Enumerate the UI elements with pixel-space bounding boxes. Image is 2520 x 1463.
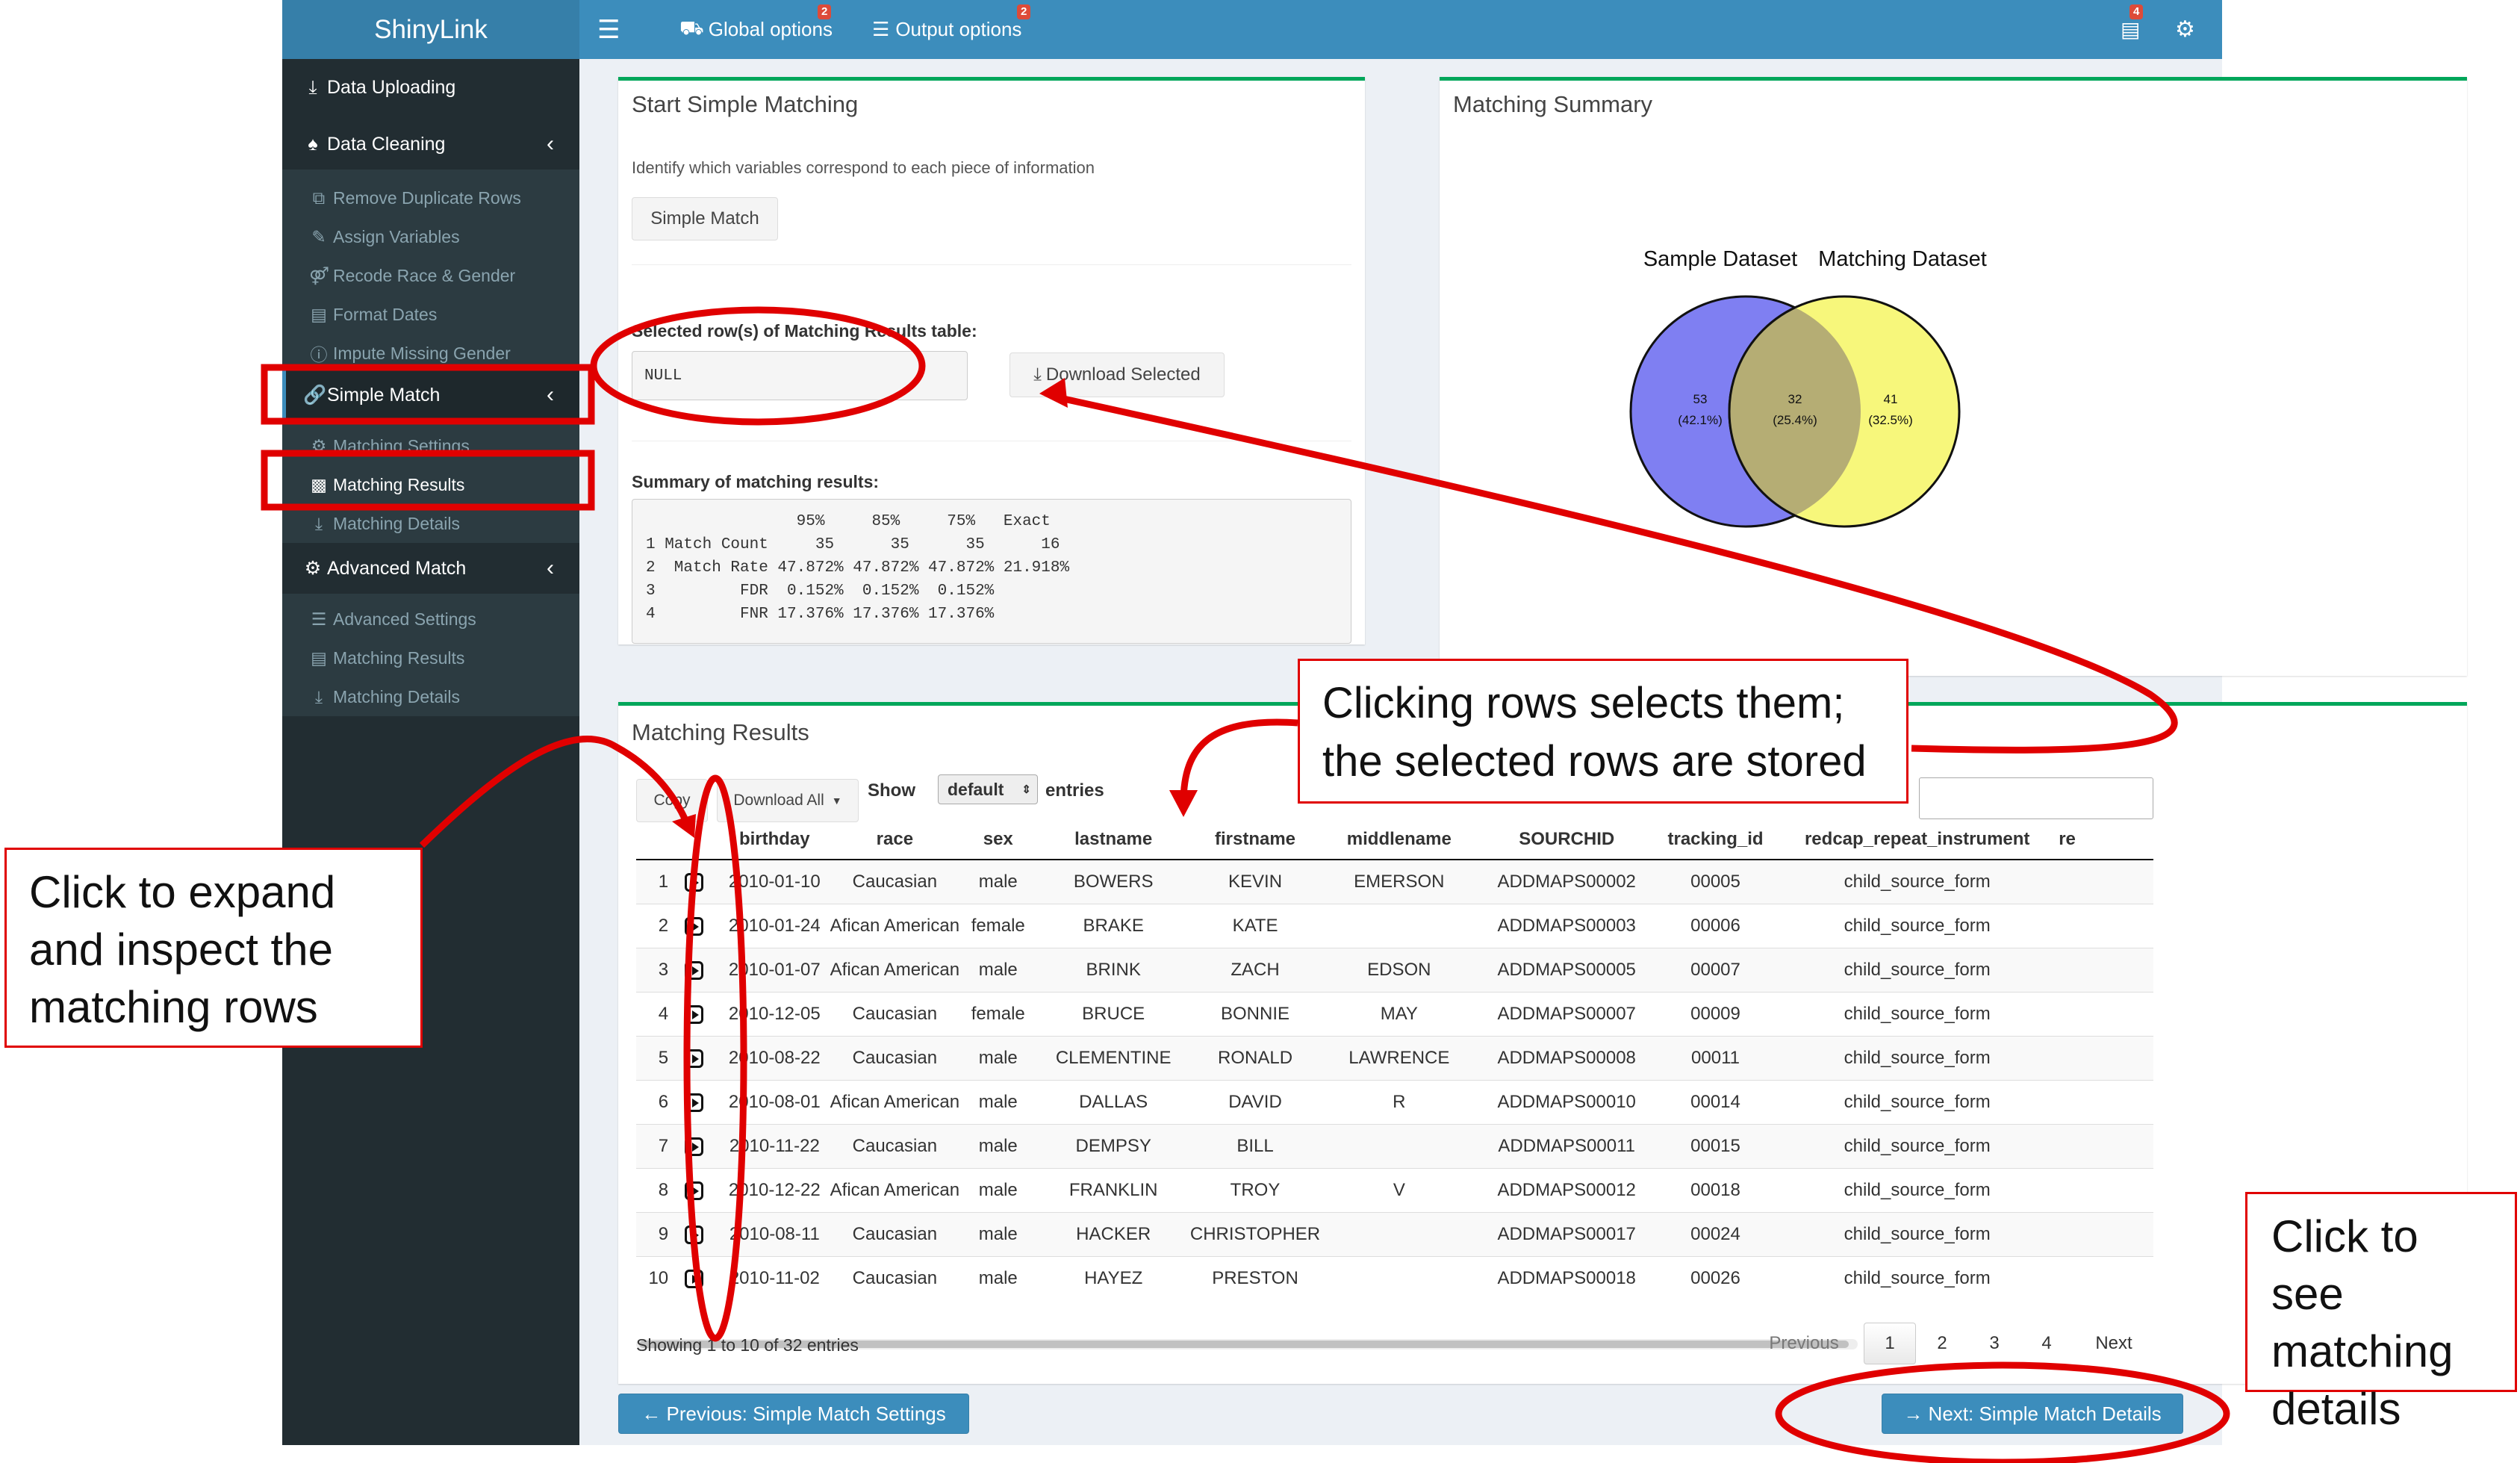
highlight-simple-match xyxy=(261,364,595,425)
select-down-line xyxy=(1180,718,1298,804)
details-callout: Click to see matching details xyxy=(2245,1192,2517,1434)
highlight-next-button xyxy=(1775,1361,2230,1463)
highlight-selected-rows xyxy=(590,306,926,426)
arrow-head-icon xyxy=(1169,790,1198,817)
expand-pointer-line xyxy=(419,736,689,848)
select-callout: Clicking rows selects them; the selected… xyxy=(1298,659,1908,804)
highlight-matching-results xyxy=(261,450,595,511)
annotation-overlay xyxy=(261,306,2230,1463)
arrow-head-icon xyxy=(1039,378,1068,408)
expand-callout: Click to expand and inspect the matching… xyxy=(4,848,423,1048)
highlight-expand-column xyxy=(683,774,747,1342)
